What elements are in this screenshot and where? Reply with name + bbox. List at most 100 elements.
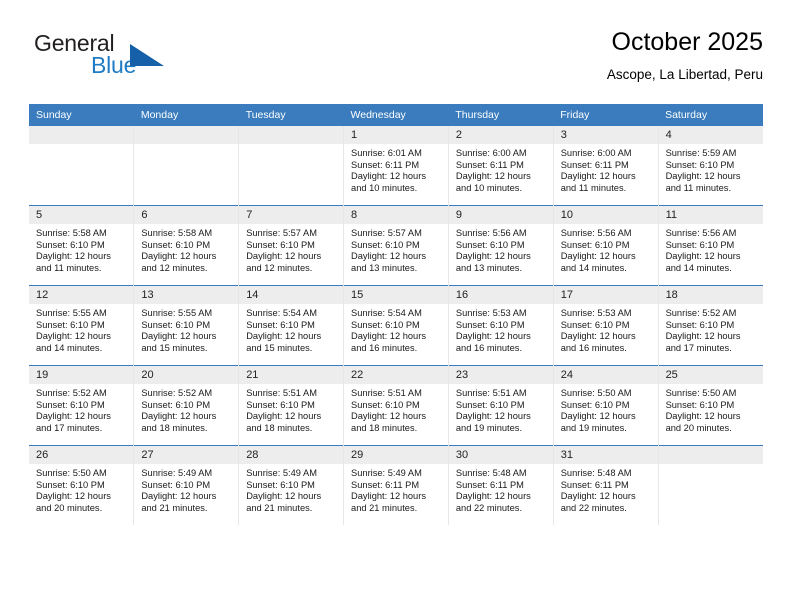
daylight-text-line1: Daylight: 12 hours bbox=[455, 171, 531, 182]
calendar-table: Sunday Monday Tuesday Wednesday Thursday… bbox=[29, 104, 763, 525]
calendar-cell-day[interactable]: 31 Sunrise: 5:48 AM Sunset: 6:11 PM Dayligh… bbox=[553, 445, 659, 525]
sunset-text: Sunset: 6:10 PM bbox=[351, 239, 420, 250]
day-number: 27 bbox=[134, 446, 239, 464]
calendar-cell-empty bbox=[133, 126, 240, 206]
sunset-text: Sunset: 6:11 PM bbox=[455, 159, 524, 170]
day-details: Sunrise: 5:59 AM Sunset: 6:10 PM Daylight:… bbox=[659, 144, 763, 194]
calendar-cell-day[interactable]: 22 Sunrise: 5:51 AM Sunset: 6:10 PM Dayligh… bbox=[343, 365, 449, 446]
day-number: 9 bbox=[448, 206, 553, 224]
sunrise-text: Sunrise: 5:56 AM bbox=[560, 228, 632, 238]
sunrise-text: Sunrise: 5:55 AM bbox=[36, 308, 107, 318]
calendar-cell-day[interactable]: 1 Sunrise: 6:01 AM Sunset: 6:11 PM Daylight… bbox=[343, 126, 449, 206]
sunset-text: Sunset: 6:10 PM bbox=[665, 239, 735, 250]
day-number: 15 bbox=[344, 286, 448, 304]
calendar-cell-day[interactable]: 15 Sunrise: 5:54 AM Sunset: 6:10 PM Dayligh… bbox=[343, 285, 449, 366]
day-number: 7 bbox=[239, 206, 344, 224]
calendar-header-row: Sunday Monday Tuesday Wednesday Thursday… bbox=[29, 104, 763, 126]
calendar-cell-day[interactable]: 16 Sunrise: 5:53 AM Sunset: 6:10 PM Dayligh… bbox=[448, 285, 554, 366]
calendar-cell-day[interactable]: 7 Sunrise: 5:57 AM Sunset: 6:10 PM Daylight… bbox=[238, 205, 345, 286]
daylight-text-line2: and 19 minutes. bbox=[455, 422, 523, 433]
daylight-text-line1: Daylight: 12 hours bbox=[246, 411, 322, 422]
calendar-cell-day[interactable]: 17 Sunrise: 5:53 AM Sunset: 6:10 PM Dayligh… bbox=[553, 285, 659, 366]
calendar-cell-day[interactable]: 10 Sunrise: 5:56 AM Sunset: 6:10 PM Dayligh… bbox=[553, 205, 659, 286]
sunrise-text: Sunrise: 5:58 AM bbox=[141, 228, 213, 238]
day-details: Sunrise: 6:00 AM Sunset: 6:11 PM Daylight:… bbox=[554, 144, 658, 194]
calendar-cell-day[interactable]: 24 Sunrise: 5:50 AM Sunset: 6:10 PM Dayligh… bbox=[553, 365, 659, 446]
day-number: 10 bbox=[553, 206, 658, 224]
calendar-cell-day[interactable]: 25 Sunrise: 5:50 AM Sunset: 6:10 PM Dayligh… bbox=[658, 365, 763, 446]
daylight-text-line1: Daylight: 12 hours bbox=[351, 171, 426, 182]
calendar-cell-day[interactable]: 19 Sunrise: 5:52 AM Sunset: 6:10 PM Dayligh… bbox=[29, 365, 135, 446]
daylight-text-line2: and 14 minutes. bbox=[665, 262, 732, 273]
calendar-cell-day[interactable]: 28 Sunrise: 5:49 AM Sunset: 6:10 PM Dayligh… bbox=[238, 445, 345, 525]
day-details: Sunrise: 5:50 AM Sunset: 6:10 PM Daylight:… bbox=[554, 384, 658, 434]
triangle-flag-icon bbox=[130, 44, 164, 66]
calendar-cell-day[interactable]: 27 Sunrise: 5:49 AM Sunset: 6:10 PM Dayligh… bbox=[133, 445, 240, 525]
calendar-cell-day[interactable]: 13 Sunrise: 5:55 AM Sunset: 6:10 PM Dayligh… bbox=[133, 285, 240, 366]
daylight-text-line2: and 14 minutes. bbox=[560, 262, 627, 273]
sunset-text: Sunset: 6:10 PM bbox=[141, 319, 211, 330]
sunrise-text: Sunrise: 5:56 AM bbox=[455, 228, 527, 238]
calendar-cell-day[interactable]: 4 Sunrise: 5:59 AM Sunset: 6:10 PM Daylight… bbox=[658, 126, 763, 206]
brand-logo[interactable]: General Blue bbox=[29, 30, 249, 92]
calendar-cell-day[interactable]: 29 Sunrise: 5:49 AM Sunset: 6:11 PM Dayligh… bbox=[343, 445, 449, 525]
daylight-text-line2: and 15 minutes. bbox=[141, 342, 208, 353]
daylight-text-line1: Daylight: 12 hours bbox=[560, 411, 636, 422]
day-details: Sunrise: 5:56 AM Sunset: 6:10 PM Daylight:… bbox=[449, 224, 553, 274]
daylight-text-line1: Daylight: 12 hours bbox=[455, 411, 531, 422]
weekday-header-saturday: Saturday bbox=[658, 104, 763, 126]
calendar-cell-day[interactable]: 8 Sunrise: 5:57 AM Sunset: 6:10 PM Daylight… bbox=[343, 205, 449, 286]
sunrise-text: Sunrise: 5:52 AM bbox=[141, 388, 213, 398]
day-details: Sunrise: 5:57 AM Sunset: 6:10 PM Daylight:… bbox=[239, 224, 343, 274]
calendar-cell-day[interactable]: 20 Sunrise: 5:52 AM Sunset: 6:10 PM Dayligh… bbox=[133, 365, 240, 446]
calendar-cell-day[interactable]: 2 Sunrise: 6:00 AM Sunset: 6:11 PM Daylight… bbox=[448, 126, 554, 206]
calendar-cell-day[interactable]: 11 Sunrise: 5:56 AM Sunset: 6:10 PM Dayligh… bbox=[658, 205, 763, 286]
daylight-text-line2: and 22 minutes. bbox=[455, 502, 523, 513]
day-number bbox=[134, 126, 239, 144]
sunrise-text: Sunrise: 5:51 AM bbox=[351, 388, 422, 398]
calendar-cell-day[interactable]: 30 Sunrise: 5:48 AM Sunset: 6:11 PM Dayligh… bbox=[448, 445, 554, 525]
sunset-text: Sunset: 6:11 PM bbox=[351, 159, 420, 170]
daylight-text-line2: and 18 minutes. bbox=[246, 422, 313, 433]
calendar-cell-day[interactable]: 18 Sunrise: 5:52 AM Sunset: 6:10 PM Dayligh… bbox=[658, 285, 763, 366]
calendar-cell-empty bbox=[658, 445, 763, 525]
day-number: 18 bbox=[658, 286, 763, 304]
weekday-header-sunday: Sunday bbox=[29, 104, 134, 126]
calendar-cell-day[interactable]: 6 Sunrise: 5:58 AM Sunset: 6:10 PM Daylight… bbox=[133, 205, 240, 286]
calendar-cell-day[interactable]: 5 Sunrise: 5:58 AM Sunset: 6:10 PM Daylight… bbox=[29, 205, 135, 286]
calendar-week-row: 5 Sunrise: 5:58 AM Sunset: 6:10 PM Daylight… bbox=[29, 205, 763, 286]
daylight-text-line2: and 10 minutes. bbox=[455, 182, 523, 193]
day-details: Sunrise: 5:55 AM Sunset: 6:10 PM Daylight:… bbox=[134, 304, 238, 354]
calendar-cell-day[interactable]: 26 Sunrise: 5:50 AM Sunset: 6:10 PM Dayligh… bbox=[29, 445, 135, 525]
calendar-cell-day[interactable]: 21 Sunrise: 5:51 AM Sunset: 6:10 PM Dayligh… bbox=[238, 365, 345, 446]
calendar-cell-day[interactable]: 3 Sunrise: 6:00 AM Sunset: 6:11 PM Daylight… bbox=[553, 126, 659, 206]
calendar-cell-day[interactable]: 14 Sunrise: 5:54 AM Sunset: 6:10 PM Dayligh… bbox=[238, 285, 345, 366]
sunrise-text: Sunrise: 5:51 AM bbox=[246, 388, 317, 398]
sunrise-text: Sunrise: 5:54 AM bbox=[246, 308, 317, 318]
daylight-text-line1: Daylight: 12 hours bbox=[36, 411, 111, 422]
sunset-text: Sunset: 6:11 PM bbox=[455, 479, 524, 490]
day-details: Sunrise: 6:01 AM Sunset: 6:11 PM Daylight:… bbox=[344, 144, 448, 194]
daylight-text-line2: and 21 minutes. bbox=[246, 502, 313, 513]
day-details: Sunrise: 5:49 AM Sunset: 6:11 PM Daylight:… bbox=[344, 464, 448, 514]
daylight-text-line1: Daylight: 12 hours bbox=[141, 331, 217, 342]
calendar-week-row: 19 Sunrise: 5:52 AM Sunset: 6:10 PM Dayligh… bbox=[29, 365, 763, 446]
sunset-text: Sunset: 6:10 PM bbox=[560, 239, 630, 250]
sunset-text: Sunset: 6:10 PM bbox=[665, 159, 735, 170]
day-number: 11 bbox=[658, 206, 763, 224]
sunset-text: Sunset: 6:10 PM bbox=[455, 399, 525, 410]
sunset-text: Sunset: 6:10 PM bbox=[141, 479, 211, 490]
sunrise-text: Sunrise: 5:53 AM bbox=[455, 308, 527, 318]
calendar-cell-day[interactable]: 9 Sunrise: 5:56 AM Sunset: 6:10 PM Daylight… bbox=[448, 205, 554, 286]
day-number: 24 bbox=[553, 366, 658, 384]
day-number: 30 bbox=[448, 446, 553, 464]
calendar-cell-day[interactable]: 12 Sunrise: 5:55 AM Sunset: 6:10 PM Dayligh… bbox=[29, 285, 135, 366]
day-number: 14 bbox=[239, 286, 344, 304]
sunrise-text: Sunrise: 6:00 AM bbox=[560, 148, 632, 158]
sunset-text: Sunset: 6:10 PM bbox=[246, 319, 315, 330]
day-details: Sunrise: 5:54 AM Sunset: 6:10 PM Daylight:… bbox=[239, 304, 343, 354]
daylight-text-line1: Daylight: 12 hours bbox=[351, 411, 426, 422]
day-details: Sunrise: 5:56 AM Sunset: 6:10 PM Daylight:… bbox=[659, 224, 763, 274]
calendar-cell-day[interactable]: 23 Sunrise: 5:51 AM Sunset: 6:10 PM Dayligh… bbox=[448, 365, 554, 446]
sunset-text: Sunset: 6:10 PM bbox=[351, 399, 420, 410]
